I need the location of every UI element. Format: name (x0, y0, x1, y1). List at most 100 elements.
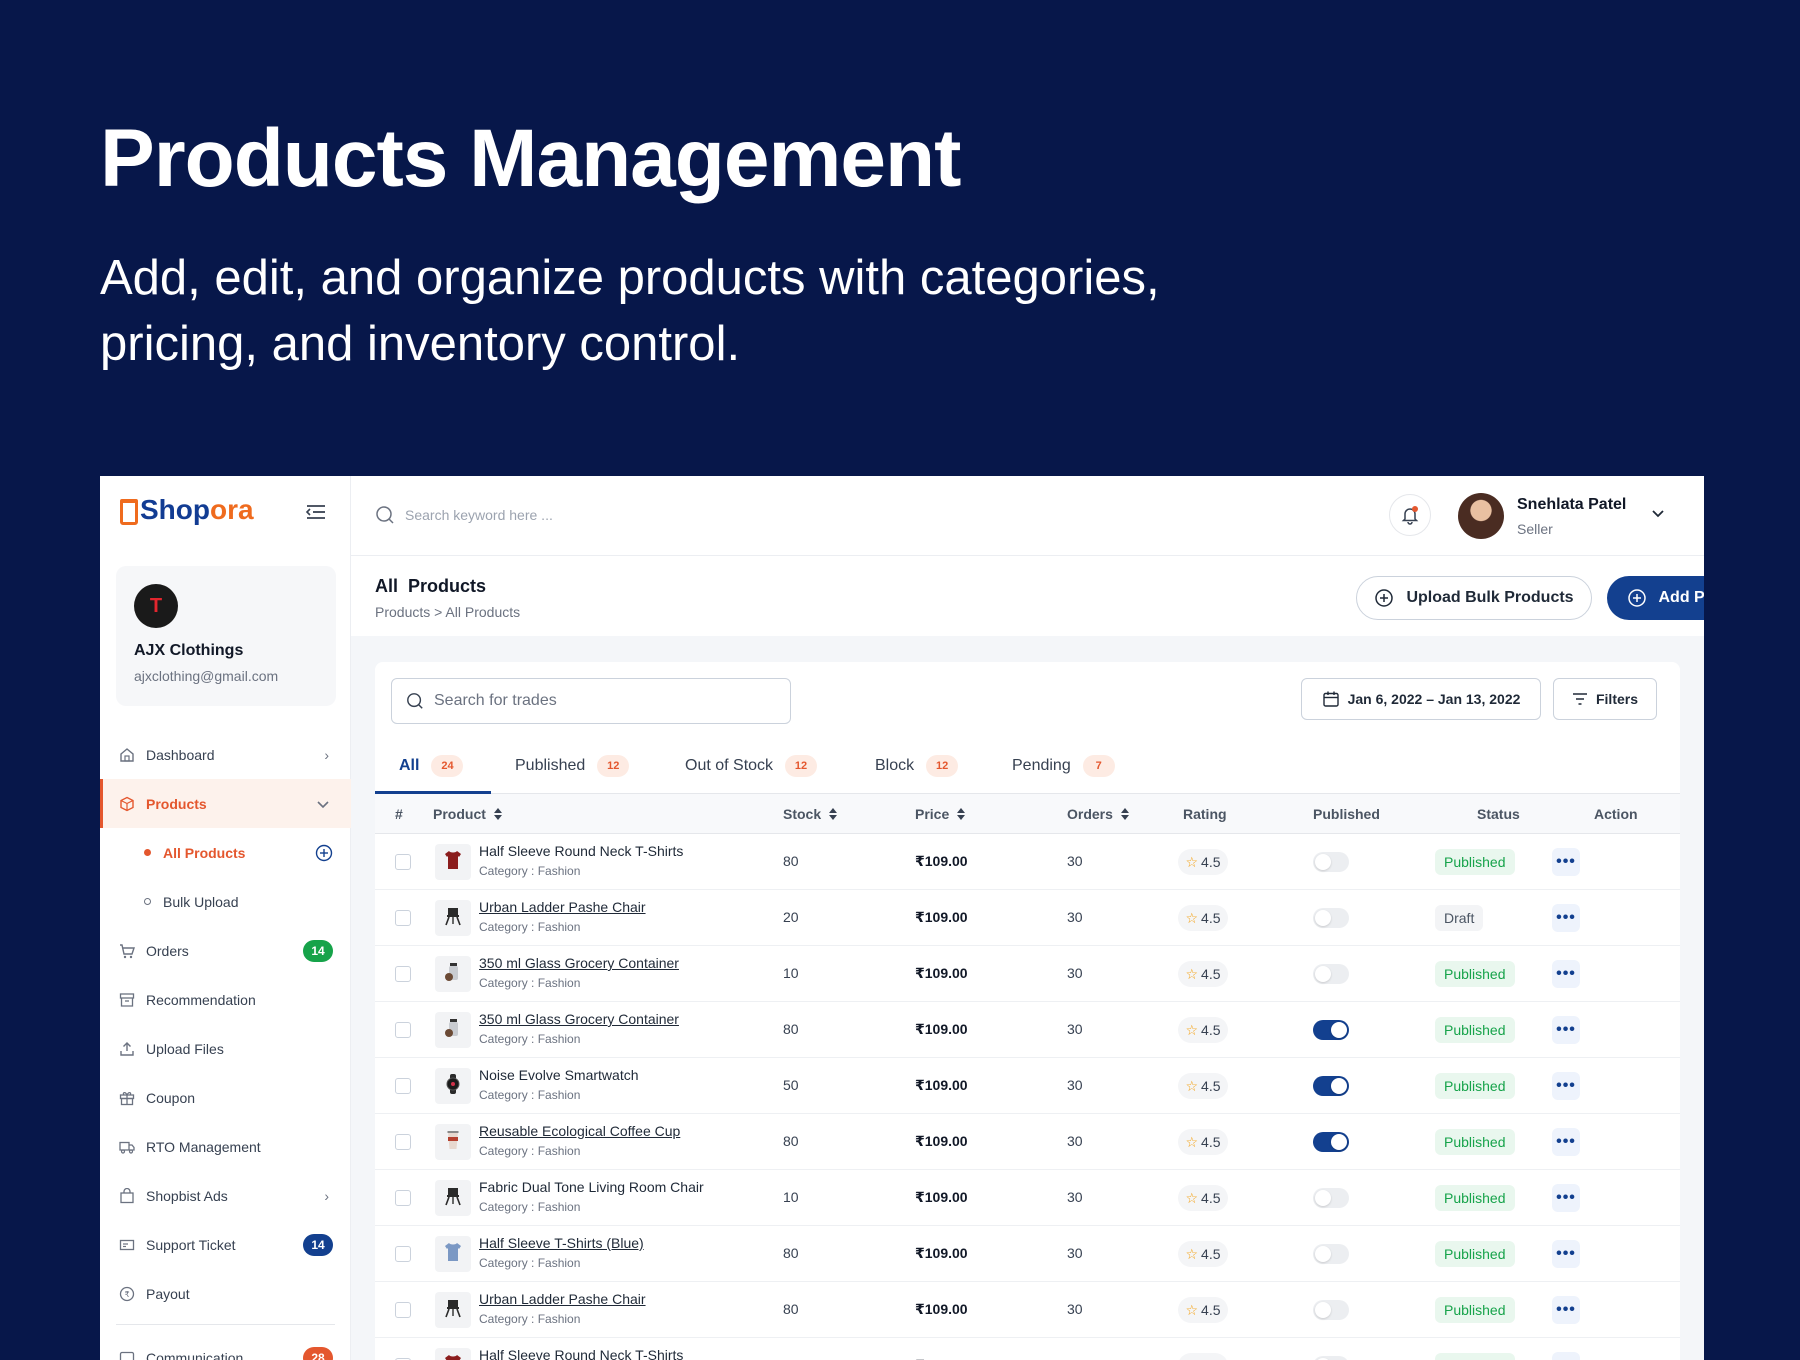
product-thumbnail (435, 1068, 471, 1104)
row-checkbox[interactable] (395, 1190, 411, 1206)
row-checkbox[interactable] (395, 1078, 411, 1094)
more-actions-button[interactable]: ••• (1552, 904, 1580, 932)
table-header: # Product Stock Price Orders Rating Publ… (375, 794, 1680, 834)
chevron-down-icon[interactable] (1651, 509, 1665, 519)
tab-block[interactable]: Block 12 (875, 738, 959, 794)
sidebar-subitem-bulk-upload[interactable]: Bulk Upload (100, 877, 351, 926)
sidebar-item-label: Recommendation (146, 991, 256, 1008)
sidebar-item-support-ticket[interactable]: Support Ticket 14 (100, 1220, 351, 1269)
published-toggle[interactable] (1313, 1244, 1349, 1264)
table-row[interactable]: Half Sleeve Round Neck T-ShirtsCategory … (375, 1338, 1680, 1360)
product-category: Category : Fashion (479, 920, 581, 934)
global-search-input[interactable]: Search keyword here ... (375, 505, 553, 525)
ellipsis-icon: ••• (1556, 909, 1576, 926)
row-checkbox[interactable] (395, 1134, 411, 1150)
published-toggle[interactable] (1313, 1132, 1349, 1152)
product-category: Category : Fashion (479, 1312, 581, 1326)
sidebar-item-shopbist-ads[interactable]: Shopbist Ads › (100, 1171, 351, 1220)
row-checkbox[interactable] (395, 1022, 411, 1038)
more-actions-button[interactable]: ••• (1552, 1352, 1580, 1360)
row-checkbox[interactable] (395, 966, 411, 982)
published-toggle[interactable] (1313, 1300, 1349, 1320)
table-row[interactable]: Urban Ladder Pashe Chair Category : Fashi… (375, 1282, 1680, 1338)
more-actions-button[interactable]: ••• (1552, 1240, 1580, 1268)
table-row[interactable]: Half Sleeve T-Shirts (Blue) Category : Fa… (375, 1226, 1680, 1282)
column-header-stock[interactable]: Stock (783, 806, 838, 822)
rating-badge: ☆4.5 (1178, 1017, 1228, 1043)
user-avatar[interactable] (1458, 493, 1504, 539)
sidebar-item-upload-files[interactable]: Upload Files (100, 1024, 351, 1073)
published-toggle[interactable] (1313, 908, 1349, 928)
product-name[interactable]: 350 ml Glass Grocery Container (479, 955, 679, 971)
sidebar-item-dashboard[interactable]: Dashboard › (100, 730, 351, 779)
brand-logo[interactable]: Shopora (120, 494, 254, 526)
status-badge: Published (1435, 1073, 1515, 1099)
store-card[interactable]: T AJX Clothings ajxclothing@gmail.com (116, 566, 336, 706)
table-row[interactable]: Reusable Ecological Coffee Cup Category :… (375, 1114, 1680, 1170)
table-row[interactable]: 350 ml Glass Grocery Container Category :… (375, 1002, 1680, 1058)
filters-button[interactable]: Filters (1553, 678, 1657, 720)
product-name[interactable]: Half Sleeve T-Shirts (Blue) (479, 1235, 644, 1251)
product-name[interactable]: Reusable Ecological Coffee Cup (479, 1123, 680, 1139)
published-toggle[interactable] (1313, 1188, 1349, 1208)
price-value: ₹109.00 (915, 909, 968, 925)
tab-pending[interactable]: Pending 7 (1012, 738, 1115, 794)
row-checkbox[interactable] (395, 1246, 411, 1262)
sidebar-item-recommendation[interactable]: Recommendation (100, 975, 351, 1024)
table-row[interactable]: Half Sleeve Round Neck T-ShirtsCategory … (375, 834, 1680, 890)
search-icon (407, 693, 423, 709)
user-name[interactable]: Snehlata Patel (1517, 496, 1626, 514)
sidebar-subitem-all-products[interactable]: All Products (100, 828, 351, 877)
product-name[interactable]: Urban Ladder Pashe Chair (479, 1291, 646, 1307)
notification-button[interactable] (1389, 494, 1431, 536)
more-actions-button[interactable]: ••• (1552, 1296, 1580, 1324)
stock-value: 80 (783, 1133, 799, 1149)
tab-out-of-stock[interactable]: Out of Stock 12 (685, 738, 818, 794)
breadcrumb[interactable]: Products > All Products (375, 604, 520, 620)
published-toggle[interactable] (1313, 852, 1349, 872)
date-range-picker[interactable]: Jan 6, 2022 – Jan 13, 2022 (1301, 678, 1541, 720)
more-actions-button[interactable]: ••• (1552, 1184, 1580, 1212)
table-row[interactable]: Urban Ladder Pashe Chair Category : Fashi… (375, 890, 1680, 946)
tab-count-badge: 12 (597, 755, 630, 777)
more-actions-button[interactable]: ••• (1552, 1072, 1580, 1100)
sidebar-item-orders[interactable]: Orders 14 (100, 926, 351, 975)
add-product-button[interactable]: Add Product (1607, 576, 1704, 620)
published-toggle[interactable] (1313, 1020, 1349, 1040)
sidebar-item-rto-management[interactable]: RTO Management (100, 1122, 351, 1171)
tab-label: Block (875, 757, 915, 774)
more-actions-button[interactable]: ••• (1552, 1016, 1580, 1044)
tab-all[interactable]: All 24 (399, 738, 464, 794)
menu-collapse-icon[interactable] (305, 503, 327, 521)
add-circle-icon[interactable] (315, 844, 333, 862)
product-name[interactable]: Urban Ladder Pashe Chair (479, 899, 646, 915)
table-row[interactable]: Fabric Dual Tone Living Room Chair Catego… (375, 1170, 1680, 1226)
published-toggle[interactable] (1313, 1356, 1349, 1360)
product-name[interactable]: 350 ml Glass Grocery Container (479, 1011, 679, 1027)
more-actions-button[interactable]: ••• (1552, 960, 1580, 988)
star-icon: ☆ (1185, 853, 1199, 870)
row-checkbox[interactable] (395, 1302, 411, 1318)
column-header-price[interactable]: Price (915, 806, 966, 822)
more-actions-button[interactable]: ••• (1552, 1128, 1580, 1156)
watch-icon (441, 1072, 465, 1101)
product-thumbnail (435, 1292, 471, 1328)
tab-published[interactable]: Published 12 (515, 738, 630, 794)
table-row[interactable]: Noise Evolve Smartwatch Category : Fashio… (375, 1058, 1680, 1114)
more-actions-button[interactable]: ••• (1552, 848, 1580, 876)
upload-bulk-products-button[interactable]: Upload Bulk Products (1356, 576, 1592, 620)
sidebar-item-label: Orders (146, 942, 189, 959)
row-checkbox[interactable] (395, 854, 411, 870)
sidebar-item-products[interactable]: Products (100, 779, 351, 828)
row-checkbox[interactable] (395, 910, 411, 926)
table-row[interactable]: 350 ml Glass Grocery Container Category :… (375, 946, 1680, 1002)
column-header-orders[interactable]: Orders (1067, 806, 1129, 822)
sidebar-item-payout[interactable]: ₹ Payout (100, 1269, 351, 1318)
published-toggle[interactable] (1313, 1076, 1349, 1096)
sidebar-item-communication[interactable]: Communication 28 (100, 1333, 351, 1360)
trades-search-input[interactable]: Search for trades (391, 678, 791, 724)
column-header-product[interactable]: Product (433, 806, 502, 822)
published-toggle[interactable] (1313, 964, 1349, 984)
sidebar-item-coupon[interactable]: Coupon (100, 1073, 351, 1122)
truck-icon (118, 1138, 136, 1156)
